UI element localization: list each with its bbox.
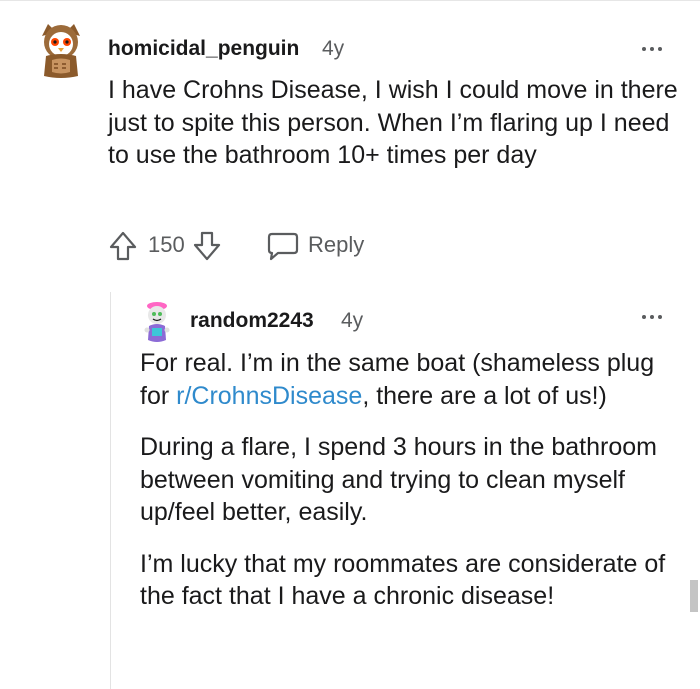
username[interactable]: homicidal_penguin xyxy=(108,37,299,61)
comment-paragraph: For real. I’m in the same boat (shameles… xyxy=(140,347,670,412)
paragraph-text: , there are a lot of us!) xyxy=(362,381,607,410)
user-avatar-icon[interactable] xyxy=(36,22,86,80)
more-options-icon[interactable] xyxy=(642,45,664,53)
downvote-arrow-icon[interactable] xyxy=(192,230,222,262)
comment-paragraph: I’m lucky that my roommates are consider… xyxy=(140,549,666,611)
upvote-arrow-icon[interactable] xyxy=(108,230,138,262)
comment-body: For real. I’m in the same boat (shameles… xyxy=(140,347,670,613)
comment-body: I have Crohns Disease, I wish I could mo… xyxy=(108,74,678,172)
more-options-icon[interactable] xyxy=(642,313,664,321)
comment-age: 4y xyxy=(341,309,364,332)
user-avatar-icon[interactable] xyxy=(142,300,172,344)
username[interactable]: random2243 xyxy=(190,309,314,333)
vote-score: 150 xyxy=(148,232,185,257)
reply-button[interactable]: Reply xyxy=(266,230,386,262)
comment-random2243: random2243 4y For real. I’m in the same … xyxy=(0,292,700,689)
comment-paragraph: I have Crohns Disease, I wish I could mo… xyxy=(108,76,678,169)
comment-paragraph: During a flare, I spend 3 hours in the b… xyxy=(140,433,657,526)
comment-homicidal-penguin: homicidal_penguin 4y I have Crohns Disea… xyxy=(0,0,700,300)
subreddit-link[interactable]: r/CrohnsDisease xyxy=(176,382,362,410)
speech-bubble-icon xyxy=(267,232,299,261)
scrollbar-thumb[interactable] xyxy=(690,580,698,612)
reply-label: Reply xyxy=(308,232,365,257)
comment-age: 4y xyxy=(322,37,345,60)
